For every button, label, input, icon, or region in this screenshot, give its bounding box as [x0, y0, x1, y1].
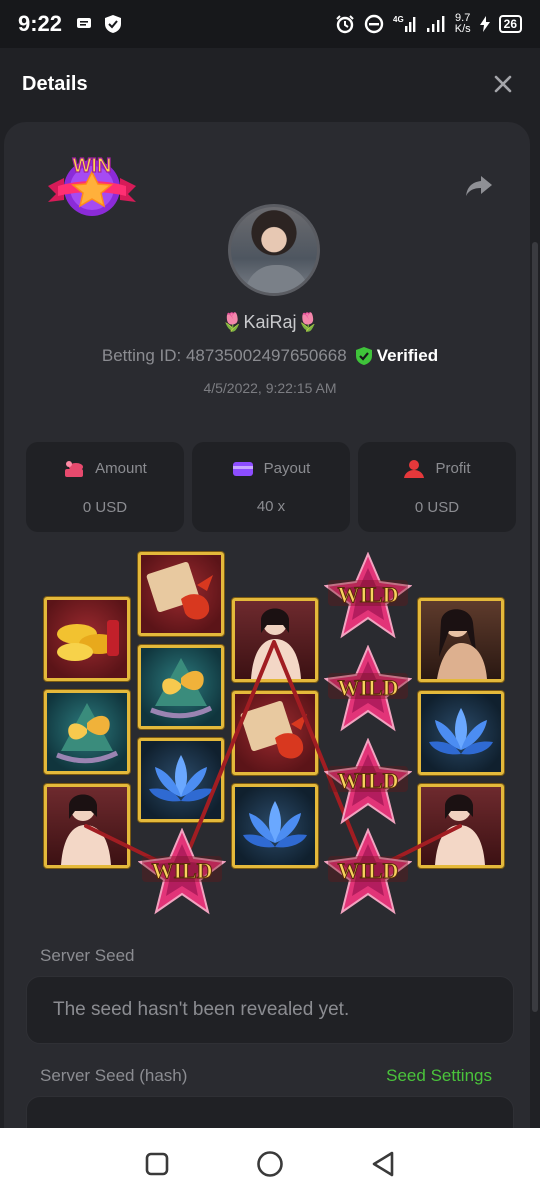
coins-icon [65, 460, 84, 477]
scrollbar[interactable] [532, 242, 538, 1012]
page-title: Details [22, 72, 88, 95]
symbol-wild: WILD [324, 552, 412, 639]
symbol-wild: WILD [324, 828, 412, 915]
betting-id: Betting ID: 48735002497650668 [101, 346, 347, 365]
charging-icon [479, 16, 490, 32]
symbol-butterfly-fan [138, 645, 224, 729]
signal-icon [426, 16, 445, 32]
symbol-blue-lotus [138, 738, 224, 822]
net-speed: 9.7 K/s [454, 12, 471, 35]
stat-amount-label: Amount [95, 460, 147, 477]
card-icon [232, 461, 253, 476]
symbol-butterfly-fan [44, 690, 130, 774]
server-seed-hash-label: Server Seed (hash) [40, 1066, 188, 1085]
server-seed-label: Server Seed [40, 946, 135, 965]
home-icon [257, 1151, 283, 1177]
verified-badge: Verified [355, 346, 438, 366]
stat-payout: Payout 40 x [192, 442, 350, 532]
symbol-gold-ingots [44, 597, 130, 681]
symbol-portrait-woman [44, 784, 130, 868]
symbol-portrait-woman [418, 784, 504, 868]
signal-4g-icon: 4G [393, 15, 416, 32]
bet-stats: Amount 0 USD Payout 40 x Profit 0 USD [26, 442, 516, 532]
battery-indicator: 26 [498, 15, 522, 33]
details-panel[interactable]: WIN 🌷KaiRaj🌷 Betting ID: 487350024976506… [0, 120, 540, 1128]
stat-amount: Amount 0 USD [26, 442, 184, 532]
svg-text:WILD: WILD [151, 858, 212, 883]
details-header: Details [0, 48, 540, 120]
shield-check-icon [105, 15, 122, 33]
verified-label: Verified [376, 346, 439, 365]
bet-details-card: WIN 🌷KaiRaj🌷 Betting ID: 487350024976506… [4, 122, 530, 1128]
stat-payout-label: Payout [263, 460, 311, 477]
do-not-disturb-icon [364, 14, 383, 34]
person-icon [404, 459, 425, 478]
back-icon [373, 1151, 394, 1177]
close-button[interactable] [488, 69, 518, 99]
slot-reels: WILD WILD WILD WILD WILD [40, 542, 510, 915]
stat-profit-label: Profit [435, 460, 471, 477]
win-badge-icon: WIN [48, 154, 136, 216]
server-seed-hash-field[interactable]: 013a440b4838538f7baa0e0d1081f441afbb5 [26, 1096, 514, 1128]
status-time: 9:22 [18, 11, 63, 36]
betting-id-row: Betting ID: 48735002497650668 Verified [4, 346, 536, 366]
status-bar: 9:22 4G 9.7 K/s 26 [0, 0, 540, 48]
bet-datetime: 4/5/2022, 9:22:15 AM [203, 380, 337, 396]
svg-text:WILD: WILD [337, 675, 398, 700]
win-badge-text: WIN [73, 155, 112, 177]
svg-text:WILD: WILD [337, 582, 398, 607]
symbol-scroll-koi [138, 552, 224, 636]
symbol-wild: WILD [324, 738, 412, 825]
recents-icon [145, 1152, 168, 1176]
symbol-portrait-woman-2 [418, 598, 504, 682]
avatar [228, 204, 320, 296]
share-button[interactable] [464, 170, 494, 200]
stat-payout-value: 40 x [256, 497, 286, 515]
verified-shield-icon [355, 347, 372, 365]
symbol-wild: WILD [324, 645, 412, 732]
symbol-blue-lotus [418, 691, 504, 775]
system-nav-bar [0, 1128, 540, 1200]
message-icon [77, 18, 92, 28]
alarm-icon [336, 15, 354, 34]
server-seed-field: The seed hasn't been revealed yet. [26, 976, 514, 1044]
svg-text:4G: 4G [393, 15, 404, 24]
back-button[interactable] [366, 1147, 400, 1181]
recents-button[interactable] [140, 1147, 174, 1181]
username: 🌷KaiRaj🌷 [221, 312, 319, 332]
close-icon [494, 75, 512, 93]
svg-text:WILD: WILD [337, 858, 398, 883]
share-icon [466, 176, 492, 196]
stat-profit-value: 0 USD [414, 498, 460, 516]
symbol-scroll-koi [232, 691, 318, 775]
symbol-portrait-woman [232, 598, 318, 682]
symbol-blue-lotus [232, 784, 318, 868]
stat-profit: Profit 0 USD [358, 442, 516, 532]
seed-settings-link[interactable]: Seed Settings [386, 1066, 492, 1086]
home-button[interactable] [253, 1147, 287, 1181]
stat-amount-value: 0 USD [82, 498, 128, 516]
svg-text:WILD: WILD [337, 768, 398, 793]
symbol-wild: WILD [138, 828, 226, 915]
